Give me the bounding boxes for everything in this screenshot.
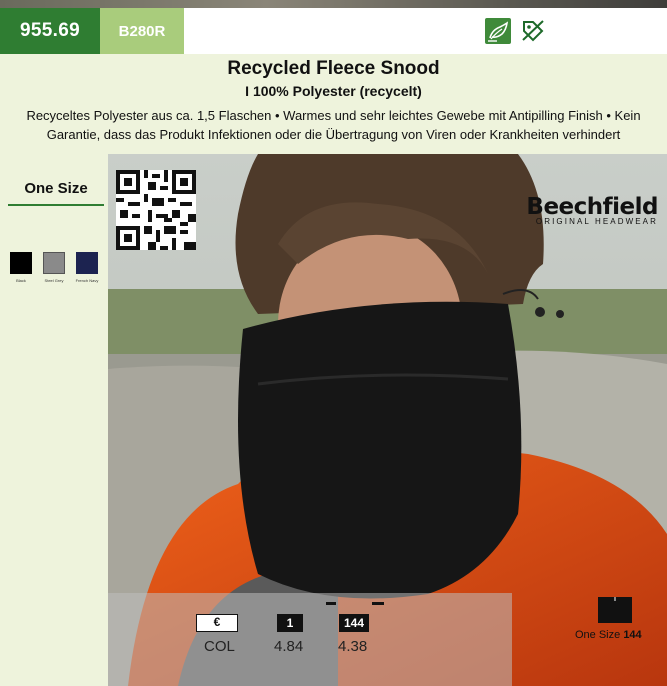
quantity-144-header: 144 (339, 614, 369, 632)
size-heading: One Size (8, 180, 104, 206)
product-description: Recyceltes Polyester aus ca. 1,5 Flasche… (26, 108, 641, 142)
price-row-label: COL (204, 638, 235, 655)
packaging-size: One Size (575, 629, 621, 641)
product-info-box: Recycled Fleece Snood I 100% Polyester (… (0, 54, 667, 154)
no-label-tag-icon (520, 18, 546, 44)
product-material: I 100% Polyester (recycelt) (245, 83, 422, 99)
color-label-black: Black (16, 278, 26, 283)
color-label-steel-grey: Steel Grey (44, 278, 64, 283)
quantity-1-header: 1 (277, 614, 303, 632)
color-swatch-steel-grey[interactable] (43, 252, 65, 274)
qr-code[interactable] (116, 170, 196, 250)
packaging-quantity: 144 (623, 629, 642, 641)
color-swatch-french-navy[interactable] (76, 252, 98, 274)
model-code-badge: B280R (100, 8, 184, 54)
currency-header: € (196, 614, 238, 632)
price-qty-1: 4.84 (274, 638, 304, 655)
brand-logo: Beechfield ORIGINAL HEADWEAR (508, 194, 658, 226)
size-color-sidebar: One Size Black Steel Grey French Navy (0, 154, 108, 686)
recycled-leaf-icon (485, 18, 511, 44)
top-image-strip (0, 0, 667, 8)
price-table (108, 593, 512, 686)
article-number-badge: 955.69 (0, 8, 100, 54)
price-qty-144: 4.38 (338, 638, 368, 655)
quantity-bar-right (372, 602, 384, 605)
color-label-french-navy: French Navy (75, 278, 99, 283)
packaging-info: One Size 144 (575, 629, 642, 641)
carton-icon (598, 597, 632, 623)
color-swatch-black[interactable] (10, 252, 32, 274)
quantity-bar-left (326, 602, 336, 605)
product-title: Recycled Fleece Snood (227, 58, 440, 79)
